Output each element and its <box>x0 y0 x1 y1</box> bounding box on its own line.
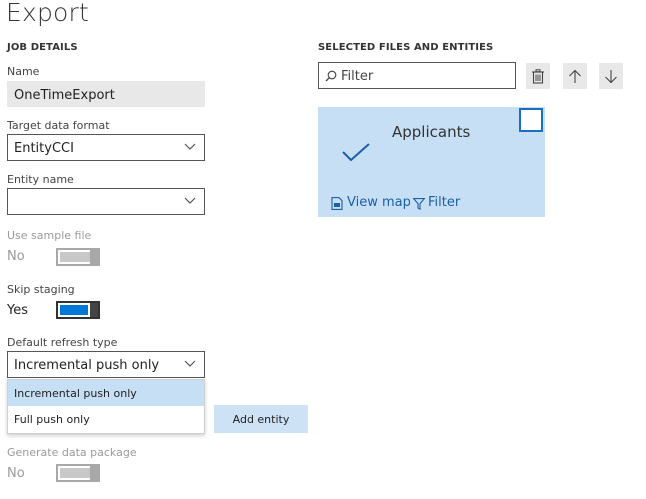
entity-name-select[interactable] <box>7 188 205 215</box>
generate-data-package-value: No <box>7 466 25 481</box>
selected-files-header: SELECTED FILES AND ENTITIES <box>318 42 494 53</box>
entity-tile-title: Applicants <box>392 123 471 141</box>
chevron-down-icon <box>184 197 196 204</box>
target-data-format-select[interactable]: EntityCCI <box>7 134 205 161</box>
skip-staging-toggle[interactable] <box>56 301 100 319</box>
move-down-button[interactable] <box>599 63 623 89</box>
default-refresh-type-label: Default refresh type <box>7 336 118 349</box>
generate-data-package-toggle[interactable] <box>56 464 100 482</box>
default-refresh-type-select[interactable]: Incremental push only <box>7 351 205 378</box>
search-icon <box>325 70 337 82</box>
funnel-icon <box>413 198 425 210</box>
filter-placeholder: Filter <box>341 69 374 84</box>
use-sample-file-label: Use sample file <box>7 229 92 242</box>
entity-tile[interactable]: Applicants View map Filter <box>318 107 545 217</box>
default-refresh-type-value: Incremental push only <box>14 358 160 373</box>
use-sample-file-value: No <box>7 249 25 264</box>
view-map-label: View map <box>347 195 411 210</box>
use-sample-file-toggle[interactable] <box>56 248 100 266</box>
chevron-down-icon <box>184 143 196 150</box>
refresh-type-dropdown: Incremental push only Full push only <box>7 379 205 434</box>
chevron-up-icon <box>184 360 196 367</box>
delete-button[interactable] <box>526 63 550 89</box>
arrow-down-icon <box>605 70 617 84</box>
filter-input[interactable]: Filter <box>318 62 516 89</box>
checkmark-icon <box>342 143 370 162</box>
dropdown-option-full[interactable]: Full push only <box>8 406 204 432</box>
page-title: Export <box>6 0 90 27</box>
tile-filter-label: Filter <box>428 195 461 210</box>
entity-tile-checkbox[interactable] <box>519 108 543 132</box>
name-label: Name <box>7 65 40 78</box>
name-field[interactable]: OneTimeExport <box>7 81 205 107</box>
skip-staging-label: Skip staging <box>7 283 75 296</box>
document-icon <box>331 197 343 210</box>
arrow-up-icon <box>569 69 581 83</box>
delete-icon <box>532 69 544 84</box>
generate-data-package-label: Generate data package <box>7 446 137 459</box>
skip-staging-value: Yes <box>7 303 28 318</box>
target-data-format-label: Target data format <box>7 119 110 132</box>
move-up-button[interactable] <box>563 63 587 89</box>
dropdown-option-incremental[interactable]: Incremental push only <box>8 380 204 406</box>
job-details-header: JOB DETAILS <box>7 42 78 53</box>
add-entity-button[interactable]: Add entity <box>214 405 308 433</box>
entity-name-label: Entity name <box>7 173 74 186</box>
target-data-format-value: EntityCCI <box>14 141 74 156</box>
